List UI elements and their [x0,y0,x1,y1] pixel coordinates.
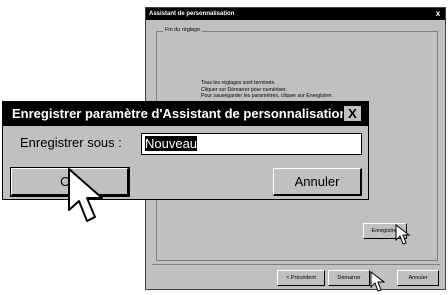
arrow-cursor-icon [370,271,386,292]
save-settings-dialog: Enregistrer paramètre d'Assistant de per… [2,101,369,200]
wizard-group-label: Fin du réglage [163,27,203,33]
wizard-start-button[interactable]: Démarrer [328,270,370,286]
cancel-button[interactable]: Annuler [273,168,362,196]
wizard-title: Assistant de personnalisation [149,11,235,17]
wizard-prev-button[interactable]: < Précédent [277,270,325,286]
wizard-titlebar: Assistant de personnalisation x [146,8,445,20]
dialog-titlebar: Enregistrer paramètre d'Assistant de per… [3,102,368,126]
save-as-input[interactable]: Nouveau [141,133,362,155]
wizard-message-line: Pour sauvegarder les paramètres, cliquer… [201,93,333,99]
wizard-divider [152,264,440,265]
close-icon[interactable]: X [343,105,362,122]
save-as-input-value: Nouveau [145,136,198,151]
arrow-cursor-icon [68,168,103,222]
dialog-title: Enregistrer paramètre d'Assistant de per… [12,106,348,121]
wizard-cancel-button[interactable]: Annuler [397,270,439,286]
save-as-label: Enregistrer sous : [20,135,122,150]
arrow-cursor-icon [395,224,411,245]
wizard-close-icon[interactable]: x [434,9,442,18]
wizard-message: Tous les réglages sont terminés. Cliquer… [201,80,333,100]
